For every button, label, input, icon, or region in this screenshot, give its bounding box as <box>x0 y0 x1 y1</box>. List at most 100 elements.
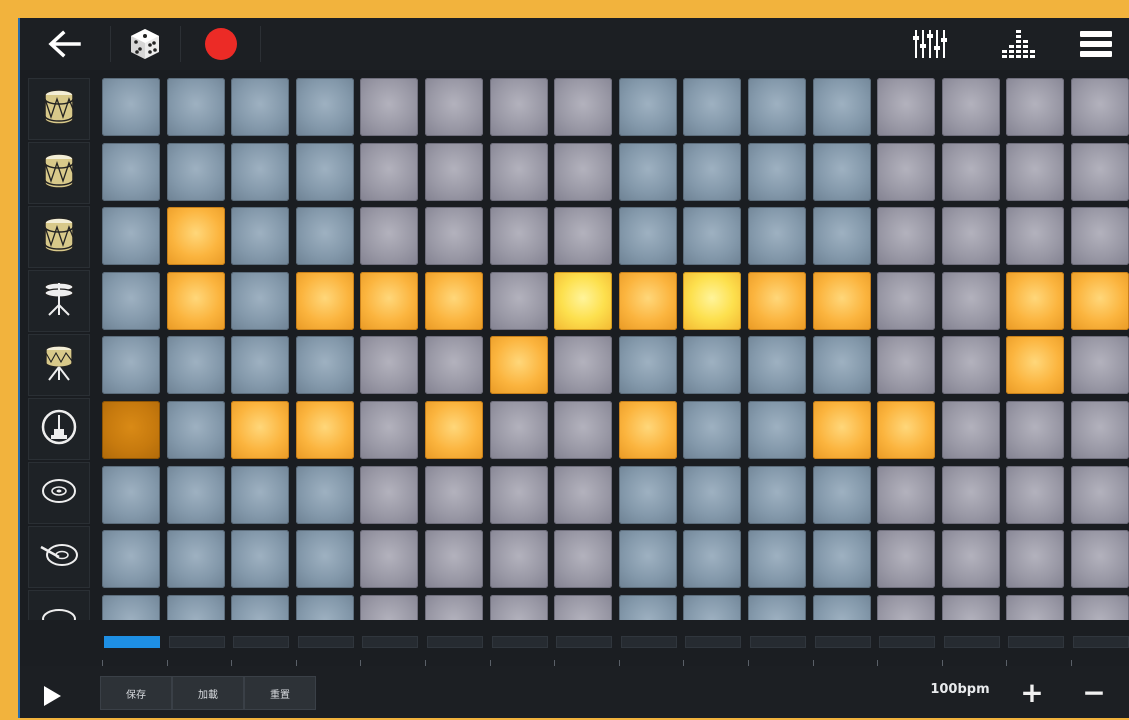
step-pad[interactable] <box>941 465 1000 524</box>
step-pad[interactable] <box>748 336 806 395</box>
step-pad[interactable] <box>489 465 548 524</box>
tempo-minus-button[interactable]: − <box>1076 676 1112 709</box>
step-pad[interactable] <box>941 530 1000 589</box>
step-pad[interactable] <box>166 530 225 589</box>
pattern-slot[interactable] <box>556 636 613 648</box>
step-pad[interactable] <box>554 530 613 589</box>
step-pad[interactable] <box>748 401 806 459</box>
step-pad[interactable] <box>231 207 290 266</box>
step-pad[interactable] <box>941 207 1000 266</box>
step-pad[interactable] <box>166 401 225 459</box>
step-pad[interactable] <box>360 465 419 524</box>
step-pad[interactable] <box>812 207 871 266</box>
pattern-slot[interactable] <box>620 636 677 648</box>
step-pad[interactable] <box>166 142 225 201</box>
step-pad[interactable] <box>1006 336 1065 395</box>
step-pad[interactable] <box>231 465 290 524</box>
step-pad[interactable] <box>812 336 871 395</box>
step-pad[interactable] <box>295 207 354 266</box>
step-pad[interactable] <box>748 142 806 201</box>
step-pad[interactable] <box>1006 142 1065 201</box>
step-pad[interactable] <box>748 207 806 266</box>
step-pad[interactable] <box>812 401 871 459</box>
step-pad[interactable] <box>489 142 548 201</box>
instrument-button[interactable] <box>28 334 90 396</box>
step-pad[interactable] <box>360 336 419 395</box>
step-pad[interactable] <box>1071 78 1129 136</box>
step-pad[interactable] <box>877 207 936 266</box>
step-pad[interactable] <box>618 142 677 201</box>
step-pad[interactable] <box>295 78 354 136</box>
pattern-slot[interactable] <box>1073 636 1129 648</box>
step-pad[interactable] <box>360 142 419 201</box>
instrument-button[interactable] <box>28 270 90 332</box>
instrument-button[interactable] <box>28 206 90 268</box>
step-pad[interactable] <box>683 207 742 266</box>
step-pad[interactable] <box>618 207 677 266</box>
step-pad[interactable] <box>425 401 483 459</box>
step-pad[interactable] <box>618 465 677 524</box>
pattern-slot[interactable] <box>814 636 871 648</box>
step-pad[interactable] <box>102 336 160 395</box>
step-pad[interactable] <box>812 142 871 201</box>
step-pad[interactable] <box>618 271 677 330</box>
step-pad[interactable] <box>877 78 936 136</box>
step-pad[interactable] <box>295 142 354 201</box>
step-pad[interactable] <box>295 530 354 589</box>
step-pad[interactable] <box>554 78 613 136</box>
step-pad[interactable] <box>489 530 548 589</box>
play-button[interactable] <box>34 678 70 714</box>
step-pad[interactable] <box>102 142 160 201</box>
reset-button[interactable]: 重置 <box>244 676 316 710</box>
step-pad[interactable] <box>1006 78 1065 136</box>
step-pad[interactable] <box>231 530 290 589</box>
tempo-plus-button[interactable]: + <box>1014 676 1050 709</box>
pattern-slot[interactable] <box>1008 636 1065 648</box>
step-pad[interactable] <box>941 336 1000 395</box>
step-pad[interactable] <box>748 78 806 136</box>
pattern-slot[interactable] <box>168 636 225 648</box>
instrument-button[interactable] <box>28 462 90 524</box>
step-pad[interactable] <box>1071 530 1129 589</box>
step-pad[interactable] <box>295 336 354 395</box>
pattern-slot[interactable] <box>943 636 1000 648</box>
step-pad[interactable] <box>360 271 419 330</box>
pattern-slot[interactable] <box>104 636 160 648</box>
step-pad[interactable] <box>360 401 419 459</box>
step-pad[interactable] <box>941 401 1000 459</box>
step-pad[interactable] <box>1071 465 1129 524</box>
step-pad[interactable] <box>231 78 290 136</box>
step-pad[interactable] <box>166 78 225 136</box>
instrument-button[interactable] <box>28 78 90 140</box>
save-button[interactable]: 保存 <box>100 676 172 710</box>
step-pad[interactable] <box>102 271 160 330</box>
pattern-slot[interactable] <box>491 636 548 648</box>
step-pad[interactable] <box>748 271 806 330</box>
step-pad[interactable] <box>748 530 806 589</box>
step-pad[interactable] <box>1006 271 1065 330</box>
step-pad[interactable] <box>877 142 936 201</box>
step-pad[interactable] <box>425 207 483 266</box>
step-pad[interactable] <box>102 78 160 136</box>
step-pad[interactable] <box>554 401 613 459</box>
step-pad[interactable] <box>102 401 160 459</box>
step-pad[interactable] <box>812 78 871 136</box>
step-pad[interactable] <box>683 142 742 201</box>
step-pad[interactable] <box>425 336 483 395</box>
step-pad[interactable] <box>618 78 677 136</box>
step-pad[interactable] <box>554 465 613 524</box>
pattern-slot[interactable] <box>750 636 806 648</box>
instrument-button[interactable] <box>28 526 90 588</box>
load-button[interactable]: 加載 <box>172 676 244 710</box>
step-pad[interactable] <box>554 271 613 330</box>
step-pad[interactable] <box>683 401 742 459</box>
pattern-slot[interactable] <box>233 636 290 648</box>
step-pad[interactable] <box>295 271 354 330</box>
step-pad[interactable] <box>489 78 548 136</box>
random-button[interactable] <box>112 18 178 70</box>
step-pad[interactable] <box>1071 271 1129 330</box>
instrument-button[interactable] <box>28 142 90 204</box>
step-pad[interactable] <box>102 530 160 589</box>
step-pad[interactable] <box>489 271 548 330</box>
step-pad[interactable] <box>618 530 677 589</box>
